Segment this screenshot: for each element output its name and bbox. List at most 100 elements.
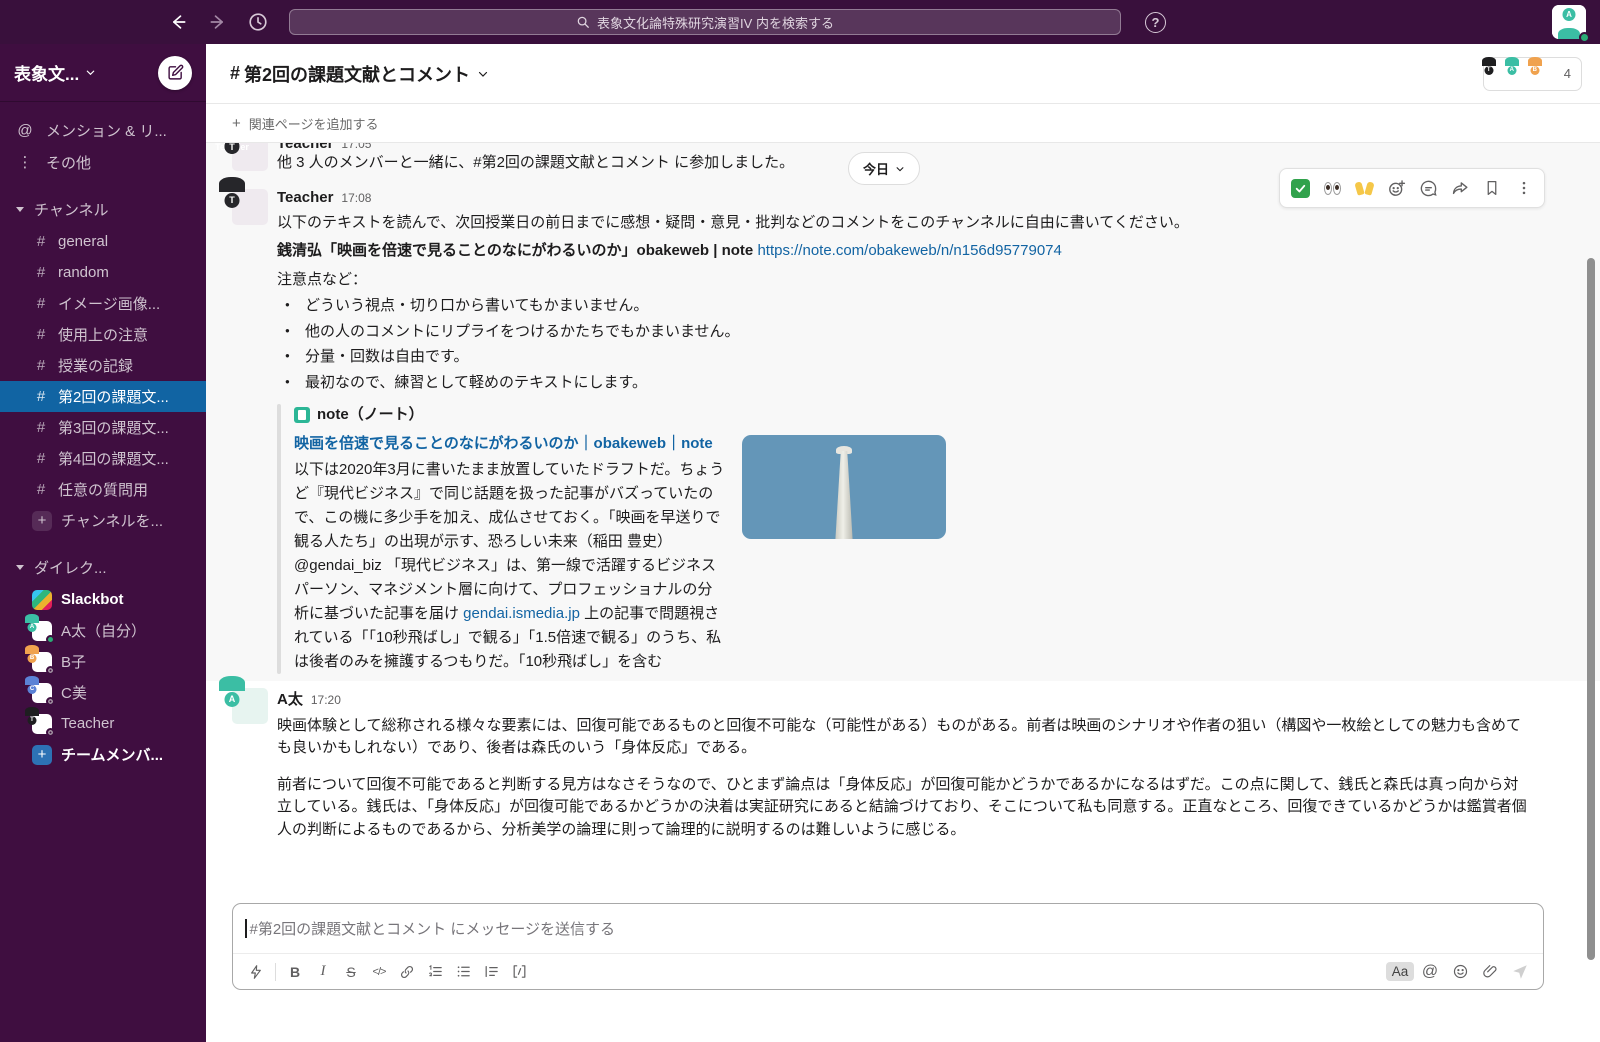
sender-name[interactable]: Teacher <box>277 189 333 206</box>
avatar[interactable]: TeacherT <box>232 143 268 171</box>
search-placeholder: 表象文化論特殊研究演習IV 内を検索する <box>597 13 834 32</box>
reply-thread-button[interactable] <box>1412 172 1444 204</box>
italic-button[interactable]: I <box>309 959 337 985</box>
sidebar-channel-session3[interactable]: #第3回の課題文... <box>0 412 206 443</box>
preview-title-link[interactable]: 映画を倍速で見ることのなにがわるいのか｜obakeweb｜note <box>294 435 713 452</box>
search-input[interactable]: 表象文化論特殊研究演習IV 内を検索する <box>289 9 1121 35</box>
invite-label: チームメンバ... <box>61 744 163 765</box>
bullet-item: 他の人のコメントにリプライをつけるかたちでもかまいません。 <box>277 321 1189 344</box>
hash-icon: # <box>34 481 48 498</box>
code-block-icon <box>511 963 528 980</box>
note-url-link[interactable]: https://note.com/obakeweb/n/n156d9577907… <box>757 242 1061 259</box>
hash-icon: # <box>34 264 48 281</box>
invite-members-button[interactable]: + チームメンバ... <box>0 739 206 770</box>
shortcuts-button[interactable] <box>242 959 270 985</box>
timestamp[interactable]: 17:20 <box>311 693 341 707</box>
text-cursor <box>245 919 247 938</box>
sidebar-channel-general[interactable]: #general <box>0 226 206 257</box>
emoji-button[interactable] <box>1446 959 1474 985</box>
link-button[interactable] <box>393 959 421 985</box>
save-message-button[interactable] <box>1476 172 1508 204</box>
blockquote-button[interactable] <box>477 959 505 985</box>
ordered-list-button[interactable] <box>421 959 449 985</box>
reaction-raised-hands-button[interactable] <box>1348 172 1380 204</box>
dm-item-c[interactable]: C C美 <box>0 677 206 708</box>
new-message-button[interactable] <box>158 56 192 90</box>
avatar[interactable]: A <box>232 688 268 724</box>
vertical-scrollbar[interactable] <box>1587 258 1595 960</box>
sidebar-item-more[interactable]: ⋮ その他 <box>0 146 206 178</box>
sender-name[interactable]: Teacher <box>277 143 333 152</box>
help-button[interactable]: ? <box>1145 12 1166 33</box>
chevron-down-icon <box>895 164 905 174</box>
sidebar-channel-questions[interactable]: #任意の質問用 <box>0 474 206 505</box>
user-avatar[interactable]: A <box>1552 5 1586 39</box>
sidebar-channel-session2-selected[interactable]: #第2回の課題文... <box>0 381 206 412</box>
add-channel-button[interactable]: + チャンネルを... <box>0 505 206 536</box>
chevron-down-icon <box>477 68 489 80</box>
dm-item-a-self[interactable]: A A太（自分） <box>0 615 206 646</box>
dm-label: A太（自分） <box>61 620 146 641</box>
add-canvas-tab[interactable]: + 関連ページを追加する <box>206 104 1600 143</box>
dm-section-header[interactable]: ダイレク... <box>0 550 206 584</box>
message-input[interactable]: #第2回の課題文献とコメント にメッセージを送信する <box>233 904 1543 953</box>
sidebar-channel-usage-notes[interactable]: #使用上の注意 <box>0 319 206 350</box>
bold-button[interactable]: B <box>281 959 309 985</box>
show-formatting-button[interactable]: Aa <box>1386 959 1414 985</box>
strikethrough-button[interactable]: S <box>337 959 365 985</box>
channels-section-header[interactable]: チャンネル <box>0 192 206 226</box>
gendai-link[interactable]: gendai.ismedia.jp <box>463 605 580 622</box>
channels-section-label: チャンネル <box>34 199 109 220</box>
message-actions-toolbar <box>1279 168 1545 208</box>
workspace-header[interactable]: 表象文... <box>0 44 206 102</box>
reaction-check-button[interactable] <box>1284 172 1316 204</box>
channel-title-button[interactable]: # 第2回の課題文献とコメント <box>230 61 489 87</box>
sidebar-item-mentions[interactable]: @ メンション & リ... <box>0 114 206 146</box>
add-reaction-button[interactable] <box>1380 172 1412 204</box>
share-message-button[interactable] <box>1444 172 1476 204</box>
channel-label: 第2回の課題文... <box>58 386 169 407</box>
bulleted-list-button[interactable] <box>449 959 477 985</box>
code-button[interactable]: </> <box>365 959 393 985</box>
teacher-message[interactable]: T Teacher 17:08 以下のテキストを読んで、次回授業日の前日までに感… <box>206 182 1600 681</box>
timestamp[interactable]: 17:08 <box>341 191 371 205</box>
clock-icon <box>247 11 269 33</box>
aa-icon: Aa <box>1386 962 1415 981</box>
preview-thumbnail[interactable] <box>742 435 946 539</box>
channel-label: イメージ画像... <box>58 293 160 314</box>
dm-item-b[interactable]: B B子 <box>0 646 206 677</box>
sidebar-channel-random[interactable]: #random <box>0 257 206 288</box>
history-button[interactable] <box>245 9 271 35</box>
arrow-left-icon <box>168 12 188 32</box>
date-divider-button[interactable]: 今日 <box>848 152 920 185</box>
back-button[interactable] <box>165 9 191 35</box>
timestamp[interactable]: 17:05 <box>341 143 371 151</box>
forward-button[interactable] <box>205 9 231 35</box>
mention-button[interactable]: @ <box>1416 959 1444 985</box>
sidebar-channel-images[interactable]: #イメージ画像... <box>0 288 206 319</box>
sender-name[interactable]: A太 <box>277 688 303 709</box>
hash-icon: # <box>34 326 48 343</box>
presence-indicator <box>46 666 55 675</box>
dm-section-label: ダイレク... <box>34 557 107 578</box>
at-icon: @ <box>16 122 34 139</box>
reaction-eyes-button[interactable] <box>1316 172 1348 204</box>
dm-item-slackbot[interactable]: Slackbot <box>0 584 206 615</box>
emoji-icon <box>1452 963 1469 980</box>
sidebar-list: @ メンション & リ... ⋮ その他 チャンネル #general #ran… <box>0 102 206 770</box>
hash-icon: # <box>230 63 240 84</box>
attach-file-button[interactable] <box>1476 959 1504 985</box>
channel-members-button[interactable]: T A B 4 <box>1483 57 1582 91</box>
dm-item-teacher[interactable]: T Teacher <box>0 708 206 739</box>
sidebar-channel-class-records[interactable]: #授業の記録 <box>0 350 206 381</box>
hash-icon: # <box>34 233 48 250</box>
send-button[interactable] <box>1506 959 1534 985</box>
code-block-button[interactable] <box>505 959 533 985</box>
sidebar-channel-session4[interactable]: #第4回の課題文... <box>0 443 206 474</box>
avatar[interactable]: T <box>232 189 268 225</box>
message-composer: #第2回の課題文献とコメント にメッセージを送信する B I S </> Aa <box>232 903 1544 990</box>
bookmark-icon <box>1483 179 1501 197</box>
more-actions-button[interactable] <box>1508 172 1540 204</box>
triangle-down-icon <box>16 207 24 212</box>
a-message[interactable]: A A太 17:20 映画体験として総称される様々な要素には、回復可能であるもの… <box>206 681 1600 849</box>
